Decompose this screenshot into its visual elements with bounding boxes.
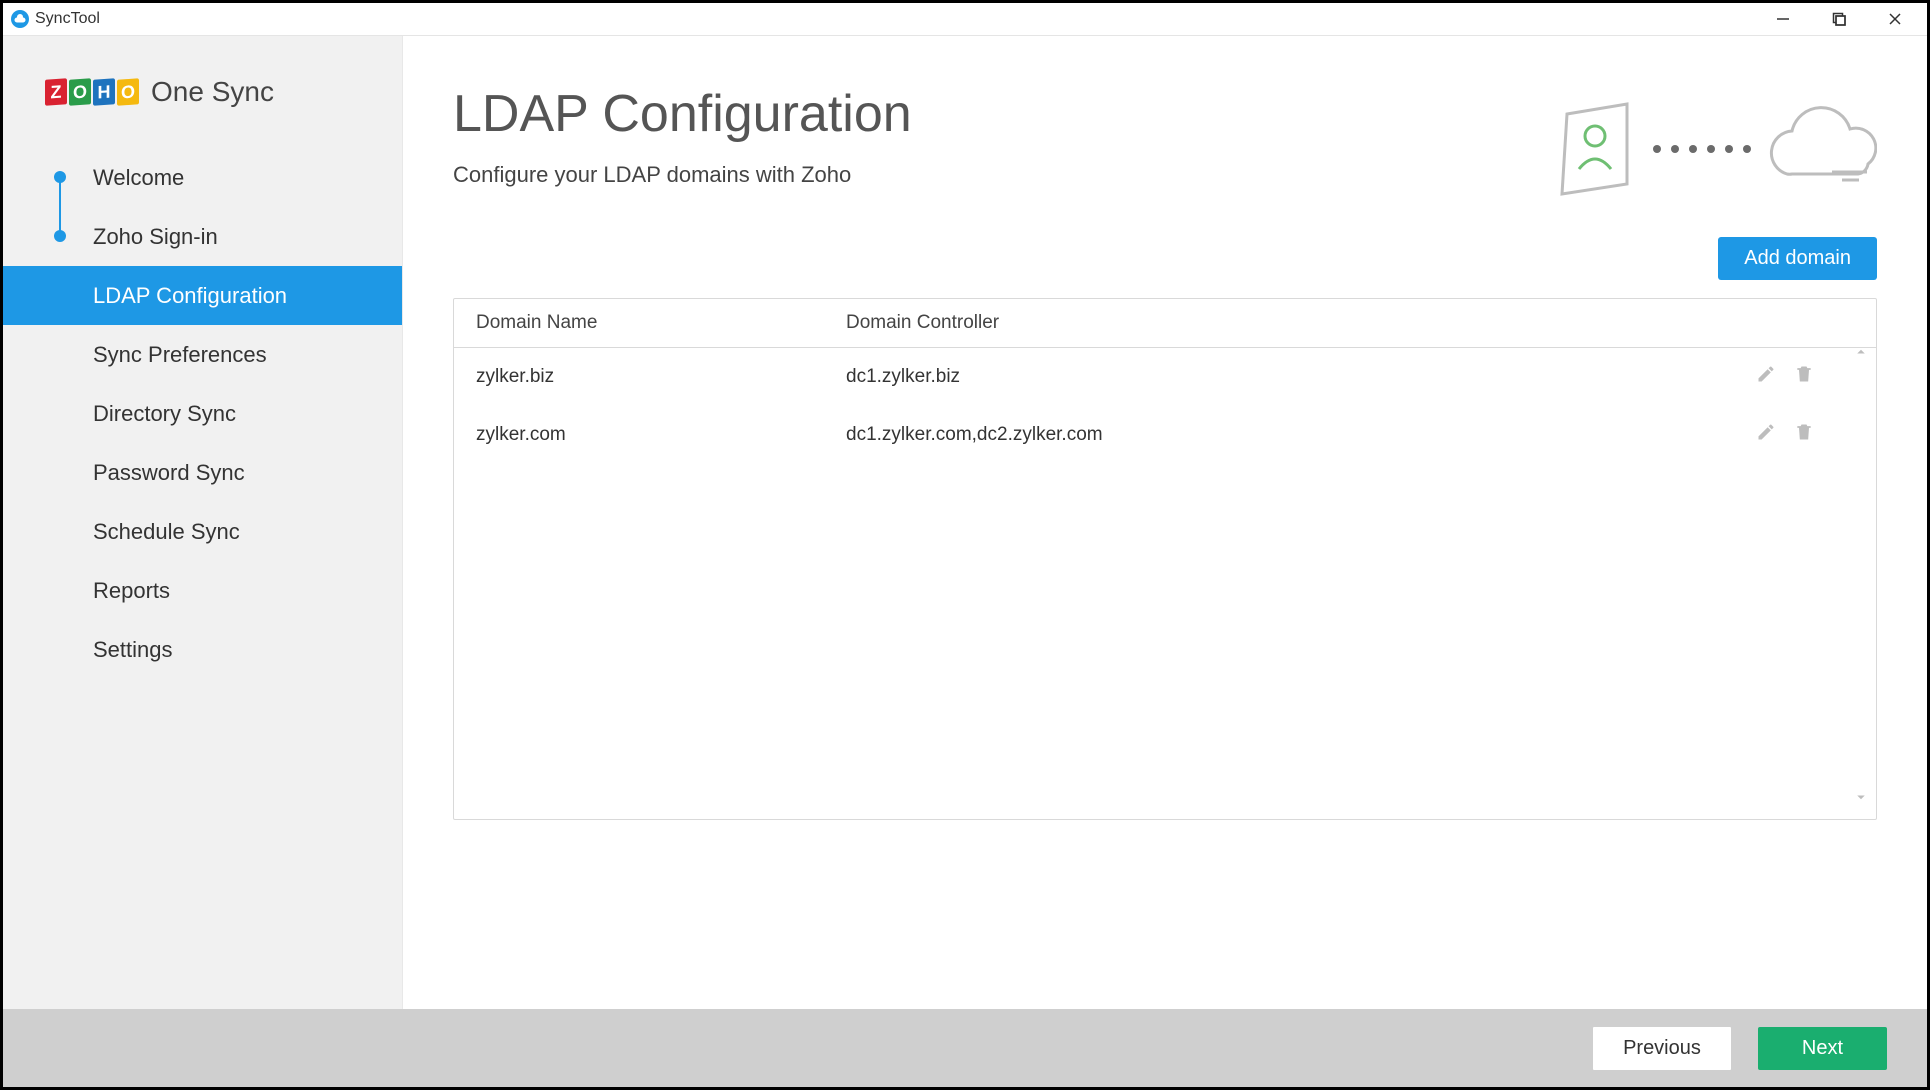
sidebar-item-settings[interactable]: Settings: [3, 620, 402, 679]
sidebar-item-label: Sync Preferences: [93, 342, 267, 368]
column-header-domain-name: Domain Name: [476, 312, 846, 334]
window-titlebar: SyncTool: [3, 3, 1927, 36]
cell-domain-controller: dc1.zylker.biz: [846, 366, 1756, 388]
sidebar-item-reports[interactable]: Reports: [3, 561, 402, 620]
sidebar-item-schedule-sync[interactable]: Schedule Sync: [3, 502, 402, 561]
window-maximize-button[interactable]: [1811, 4, 1867, 34]
next-button[interactable]: Next: [1758, 1027, 1887, 1070]
sidebar-item-label: Settings: [93, 637, 173, 663]
domains-table: Domain Name Domain Controller zylker.biz…: [453, 298, 1877, 820]
sidebar-item-label: Password Sync: [93, 460, 245, 486]
table-header: Domain Name Domain Controller: [454, 299, 1876, 348]
brand-name: One Sync: [151, 76, 274, 108]
cell-domain-name: zylker.biz: [476, 366, 846, 388]
sidebar-item-zoho-sign-in[interactable]: Zoho Sign-in: [3, 207, 402, 266]
add-domain-button[interactable]: Add domain: [1718, 237, 1877, 280]
sidebar-item-sync-preferences[interactable]: Sync Preferences: [3, 325, 402, 384]
cell-domain-name: zylker.com: [476, 424, 846, 446]
wizard-steps: Welcome Zoho Sign-in LDAP Configuration …: [3, 148, 402, 679]
window-title: SyncTool: [35, 10, 100, 28]
app-icon: [11, 10, 29, 28]
sidebar-item-ldap-configuration[interactable]: LDAP Configuration: [3, 266, 402, 325]
table-row: zylker.com dc1.zylker.com,dc2.zylker.com: [454, 406, 1876, 464]
cell-domain-controller: dc1.zylker.com,dc2.zylker.com: [846, 424, 1756, 446]
sidebar-item-directory-sync[interactable]: Directory Sync: [3, 384, 402, 443]
sidebar: Z O H O One Sync Welcome Zoho Sign-in: [3, 36, 403, 1009]
sidebar-item-label: Welcome: [93, 165, 184, 191]
delete-icon[interactable]: [1794, 422, 1814, 448]
page-subtitle: Configure your LDAP domains with Zoho: [453, 162, 912, 188]
edit-icon[interactable]: [1756, 422, 1776, 448]
sidebar-item-welcome[interactable]: Welcome: [3, 148, 402, 207]
brand: Z O H O One Sync: [3, 76, 402, 148]
sidebar-item-label: Reports: [93, 578, 170, 604]
scroll-down-icon[interactable]: [1852, 788, 1870, 811]
ldap-to-cloud-illustration: [1537, 94, 1877, 209]
sidebar-item-label: Directory Sync: [93, 401, 236, 427]
main-content: LDAP Configuration Configure your LDAP d…: [403, 36, 1927, 1009]
page-title: LDAP Configuration: [453, 84, 912, 144]
window-minimize-button[interactable]: [1755, 4, 1811, 34]
previous-button[interactable]: Previous: [1592, 1026, 1732, 1071]
wizard-footer: Previous Next: [3, 1009, 1927, 1087]
sidebar-item-label: LDAP Configuration: [93, 283, 287, 309]
sidebar-item-label: Zoho Sign-in: [93, 224, 218, 250]
scroll-up-icon[interactable]: [1852, 343, 1870, 366]
edit-icon[interactable]: [1756, 364, 1776, 390]
window-close-button[interactable]: [1867, 4, 1923, 34]
sidebar-item-password-sync[interactable]: Password Sync: [3, 443, 402, 502]
zoho-logo: Z O H O: [45, 79, 139, 105]
sidebar-item-label: Schedule Sync: [93, 519, 240, 545]
table-row: zylker.biz dc1.zylker.biz: [454, 348, 1876, 406]
column-header-domain-controller: Domain Controller: [846, 312, 1756, 334]
delete-icon[interactable]: [1794, 364, 1814, 390]
